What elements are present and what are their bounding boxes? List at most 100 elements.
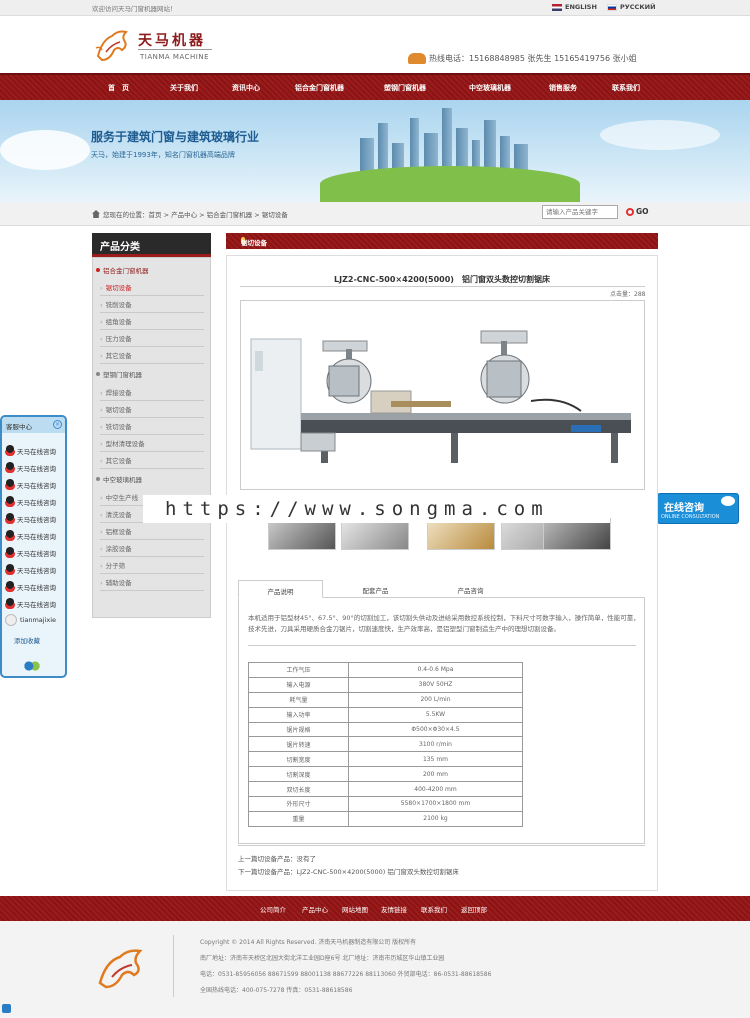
qq-consult-link[interactable]: 天马在线咨询 (5, 530, 56, 541)
footer-nav: 公司简介 产品中心 网站地图 友情链接 联系我们 返回顶部 (0, 896, 750, 921)
prev-product-link[interactable]: 上一篇切设备产品：没有了 (238, 853, 316, 863)
sidebar-item-cutting[interactable]: 锯切设备 (100, 282, 204, 296)
qq-icon (5, 564, 15, 575)
main-nav: 首 页 关于我们 资讯中心 铝合金门窗机器 塑钢门窗机器 中空玻璃机器 销售服务… (0, 73, 750, 100)
logo-chinese-name: 天马机器 (138, 33, 206, 49)
online-consult-button[interactable]: 在线咨询 ONLINE CONSULTATION (657, 493, 739, 524)
sidebar-item-pvc-other[interactable]: 其它设备 (100, 455, 204, 469)
qq-icon (5, 462, 15, 473)
spec-label: 耗气量 (248, 691, 349, 708)
footer-link-top[interactable]: 返回顶部 (461, 904, 487, 914)
cloud-shape (0, 130, 90, 170)
table-row: 重量 2100 kg (248, 810, 523, 827)
english-link[interactable]: ENGLISH (552, 3, 597, 11)
qq-consult-link[interactable]: 天马在线咨询 (5, 547, 56, 558)
spec-value: 200 mm (348, 766, 523, 783)
banner-subtitle: 天马，始建于1993年，知名门窗机器高端品牌 (91, 151, 235, 159)
qq-consult-link[interactable]: 天马在线咨询 (5, 598, 56, 609)
qq-consult-link[interactable]: 天马在线咨询 (5, 462, 56, 473)
spec-value: 400-4200 mm (348, 781, 523, 798)
search-go-button[interactable]: GO (626, 207, 649, 216)
qq-consult-link[interactable]: 天马在线咨询 (5, 581, 56, 592)
footer-link-about[interactable]: 公司简介 (260, 904, 286, 914)
nav-contact[interactable]: 联系我们 (612, 83, 640, 93)
status-icon[interactable] (2, 1004, 11, 1013)
home-icon (92, 210, 100, 218)
qq-icon (5, 479, 15, 490)
tab-description[interactable]: 产品说明 (238, 580, 323, 598)
welcome-text: 欢迎访问天马门窗机器网站！ (92, 5, 177, 13)
product-tabs: 产品说明 配套产品 产品咨询 (238, 580, 645, 598)
qq-icon (5, 547, 15, 558)
footer-divider (173, 935, 174, 997)
sidebar-item-coating[interactable]: 涂胶设备 (100, 543, 204, 557)
sidebar-item-pvc-milling[interactable]: 铣切设备 (100, 421, 204, 435)
qq-consult-link[interactable]: 天马在线咨询 (5, 479, 56, 490)
qq-icon (5, 530, 15, 541)
tab-inquiry[interactable]: 产品咨询 (428, 580, 513, 598)
breadcrumb: 您现在的位置：首页 > 产品中心 > 铝合金门窗机器 > 锯切设备 (92, 209, 288, 219)
chat-bubble-icon (721, 496, 735, 506)
sidebar-item-welding[interactable]: 焊接设备 (100, 387, 204, 401)
footer-link-contact[interactable]: 联系我们 (421, 904, 447, 914)
qq-icon (5, 445, 15, 456)
nav-pvc-machines[interactable]: 塑钢门窗机器 (384, 83, 426, 93)
cutting-saw-machine-image (250, 330, 631, 463)
spec-label: 输入功率 (248, 706, 349, 723)
close-icon[interactable]: × (53, 420, 62, 429)
spec-label: 重量 (248, 810, 349, 827)
sidebar-item-other[interactable]: 其它设备 (100, 350, 204, 364)
footer-address: 南厂地址：济南市天桥区北园大街北洋工业园D座6号 北厂地址：济南市历城区华山镇工… (200, 955, 445, 962)
footer-link-products[interactable]: 产品中心 (302, 904, 328, 914)
horse-logo-icon[interactable] (92, 26, 134, 64)
footer-hotline: 全国热线电话：400-075-7278 传真：0531-88618586 (200, 987, 353, 994)
search-icon (626, 207, 634, 216)
spec-label: 锯片转速 (248, 736, 349, 753)
footer-link-sitemap[interactable]: 网站地图 (342, 904, 368, 914)
search-input[interactable] (542, 205, 618, 219)
sidebar-item-corner[interactable]: 组角设备 (100, 316, 204, 330)
table-row: 切割宽度 135 mm (248, 751, 523, 768)
qq-consult-link[interactable]: 天马在线咨询 (5, 513, 56, 524)
nav-news[interactable]: 资讯中心 (232, 83, 260, 93)
sidebar-item-sieve[interactable]: 分子筛 (100, 560, 204, 574)
sidebar-cat-pvc[interactable]: 塑钢门窗机器 (96, 369, 142, 379)
table-row: 输入功率 5.5KW (248, 706, 523, 723)
us-flag-icon (552, 3, 562, 11)
spec-value: 0.4-0.6 Mpa (348, 662, 523, 678)
nav-home[interactable]: 首 页 (108, 83, 129, 93)
tab-accessories[interactable]: 配套产品 (333, 580, 418, 598)
product-title: LJZ2-CNC-500×4200(5000) 铝门窗双头数控切割锯床 (334, 275, 550, 284)
sidebar-item-cleaning[interactable]: 型材清理设备 (100, 438, 204, 452)
qq-consult-link[interactable]: 天马在线咨询 (5, 445, 56, 456)
russian-link[interactable]: РУССКИЙ (607, 3, 656, 11)
logo-english-name: TIANMA MACHINE (140, 53, 209, 61)
product-image[interactable] (240, 300, 645, 490)
qq-consult-link[interactable]: 天马在线咨询 (5, 496, 56, 507)
sidebar-cat-aluminum[interactable]: 铝合金门窗机器 (96, 265, 149, 275)
nav-glass-machines[interactable]: 中空玻璃机器 (469, 83, 511, 93)
product-description: 本机适用于铝型材45°、67.5°、90°的切割加工，该切割头供动及进给采用数控… (248, 614, 640, 633)
footer-link-friends[interactable]: 友情链接 (381, 904, 407, 914)
nav-aluminum-machines[interactable]: 铝合金门窗机器 (295, 83, 344, 93)
sidebar-cat-glass[interactable]: 中空玻璃机器 (96, 474, 142, 484)
sidebar-item-pvc-cutting[interactable]: 锯切设备 (100, 404, 204, 418)
spec-label: 输入电源 (248, 676, 349, 693)
qq-icon (5, 513, 15, 524)
hotline: 热线电话：15168848985 张先生 15165419756 张小姐 (408, 53, 637, 64)
sidebar-item-press[interactable]: 压力设备 (100, 333, 204, 347)
table-row: 外形尺寸 5580×1700×1800 mm (248, 796, 523, 812)
nav-about[interactable]: 关于我们 (170, 83, 198, 93)
sidebar-item-milling[interactable]: 铣削设备 (100, 299, 204, 313)
spec-label: 切割宽度 (248, 751, 349, 768)
sidebar-item-frame[interactable]: 铝框设备 (100, 526, 204, 540)
nav-service[interactable]: 销售服务 (549, 83, 577, 93)
green-hill (320, 166, 580, 202)
sidebar-item-auxiliary[interactable]: 辅助设备 (100, 577, 204, 591)
wechat-id: tianmajixie (20, 616, 57, 624)
horse-logo-icon (98, 949, 143, 989)
spec-label: 工作气压 (248, 662, 349, 678)
qq-consult-link[interactable]: 天马在线咨询 (5, 564, 56, 575)
next-product-link[interactable]: 下一篇切设备产品：LJZ2-CNC-500×4200(5000) 铝门窗双头数控… (238, 866, 459, 876)
add-favorite-link[interactable]: 添加收藏 (14, 635, 40, 645)
